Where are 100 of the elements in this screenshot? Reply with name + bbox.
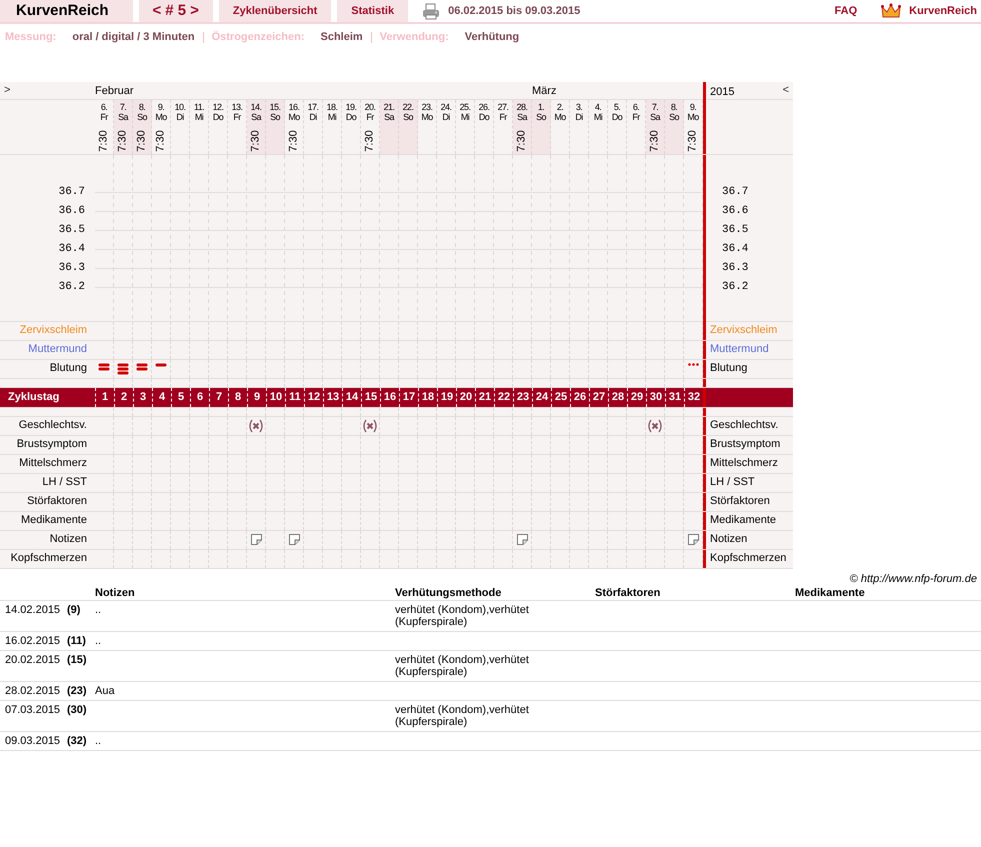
weekday-label: Mo <box>288 112 300 122</box>
measurement-time: 7:30 <box>137 130 147 152</box>
setting-value: oral / digital / 3 Minuten <box>72 30 195 45</box>
cycle-day-number: 28 <box>612 390 624 405</box>
note-icon[interactable] <box>288 534 300 545</box>
note-date: 20.02.2015 <box>5 654 60 666</box>
measurement-time: 7:30 <box>365 130 375 152</box>
measurement-time: 7:30 <box>251 130 261 152</box>
day-number: 4. <box>594 102 602 112</box>
day-number: 10. <box>174 102 186 112</box>
note-icon[interactable] <box>250 534 262 545</box>
cycle-day-value: (9) <box>67 604 80 616</box>
cycle-day-value: (11) <box>67 635 86 647</box>
day-number: 11. <box>194 102 204 112</box>
cycle-day-value: (23) <box>67 685 87 697</box>
note-date: 14.02.2015 <box>5 604 60 616</box>
day-number: 13. <box>232 102 242 112</box>
cycle-day-number: 26 <box>574 390 586 405</box>
previous-arrow-link[interactable]: > <box>4 82 10 98</box>
month-label: März <box>532 84 556 98</box>
day-number: 24. <box>440 102 452 112</box>
cycle-day-value: (15) <box>67 654 87 666</box>
cycle-day-number: 11 <box>289 390 301 405</box>
note-date: 16.02.2015 <box>5 635 60 647</box>
temperature-label: 36.4 <box>58 242 85 256</box>
weekday-label: Do <box>478 112 490 122</box>
note-date: 07.03.2015 <box>5 704 60 716</box>
weekday-label: Do <box>612 112 622 122</box>
cycle-day-number: 21 <box>478 390 492 405</box>
day-number: 5. <box>614 102 620 112</box>
temperature-label: 36.2 <box>722 280 750 294</box>
note-date: 28.02.2015 <box>5 685 60 697</box>
day-number: 18. <box>326 102 338 112</box>
weekday-label: Mo <box>554 112 566 122</box>
day-number: 19. <box>346 102 356 112</box>
printer-icon[interactable] <box>422 2 440 20</box>
cycle-day-number: 5 <box>178 390 184 405</box>
nav-tab[interactable]: Statistik <box>337 0 408 22</box>
temperature-label: 36.7 <box>722 184 750 200</box>
row-label: Mittelschmerz <box>709 456 779 472</box>
weekday-label: Do <box>212 112 224 122</box>
temperature-label: 36.6 <box>58 204 85 218</box>
cycle-day-heading: Zyklustag <box>8 390 60 405</box>
cycle-day-number: 2 <box>120 390 128 405</box>
cycle-day-number: 8 <box>234 390 242 405</box>
row-label: Medikamente <box>709 513 778 528</box>
measurement-time: 7:30 <box>99 130 109 152</box>
cycle-day-number: 3 <box>140 390 146 405</box>
contraception-method: verhütet (Kondom),verhütet (Kupferspirale) <box>395 604 530 628</box>
contraception-method: verhütet (Kondom),verhütet (Kupferspirale) <box>395 704 530 728</box>
nav-tab[interactable]: Zyklenübersicht <box>218 0 332 22</box>
row-label: Zervixschleim <box>709 323 778 338</box>
day-number: 28. <box>516 102 528 112</box>
row-label: Zervixschleim <box>18 323 88 338</box>
faq-link[interactable]: FAQ <box>834 2 858 20</box>
brand-tab[interactable]: KurvenReich <box>0 0 133 22</box>
weekday-label: Mi <box>328 112 336 122</box>
note-icon[interactable] <box>688 534 698 545</box>
note-icon[interactable] <box>516 534 528 545</box>
cycle-day-number: 31 <box>668 390 682 405</box>
next-arrow-link[interactable]: < <box>782 82 789 98</box>
temperature-label: 36.3 <box>722 260 750 276</box>
temperature-label: 36.3 <box>58 260 85 276</box>
column-header: Medikamente <box>795 587 865 599</box>
previous-cycle-link[interactable]: < <box>152 0 162 22</box>
month-label: Februar <box>95 84 134 98</box>
row-label: Notizen <box>709 532 748 548</box>
row-label: Blutung <box>48 361 88 376</box>
weekday-label: Mo <box>421 112 433 122</box>
measurement-time: 7:30 <box>517 130 527 152</box>
day-number: 27. <box>498 102 508 112</box>
row-label: Kopfschmerzen <box>10 551 88 566</box>
weekday-label: Fr <box>233 112 241 122</box>
day-number: 20. <box>364 102 376 112</box>
note-date: 09.03.2015 <box>5 735 60 747</box>
cycle-day-number: 19 <box>440 390 454 405</box>
day-number: 26. <box>478 102 490 112</box>
row-label: Geschlechtsv. <box>18 418 88 434</box>
next-cycle-link[interactable]: > <box>190 0 199 22</box>
row-label: Brustsymptom <box>709 437 782 452</box>
measurement-time: 7:30 <box>156 130 166 152</box>
weekday-label: Mi <box>460 112 470 122</box>
measurement-time: 7:30 <box>688 130 698 152</box>
logo-text: KurvenReich <box>909 4 977 19</box>
weekday-label: Fr <box>499 112 507 122</box>
cycle-day-number: 17 <box>402 390 416 405</box>
cycle-day-number: 4 <box>158 390 166 405</box>
row-label: LH / SST <box>41 475 88 490</box>
measurement-time: 7:30 <box>650 130 660 152</box>
day-number: 8. <box>670 102 678 112</box>
column-header: Notizen <box>95 587 135 599</box>
day-number: 22. <box>402 102 414 112</box>
cycle-day-number: 24 <box>536 390 548 405</box>
note-text: .. <box>95 604 102 616</box>
day-number: 3. <box>576 102 582 112</box>
weekday-label: Sa <box>517 112 527 122</box>
day-number: 1. <box>538 102 544 112</box>
cycle-number-link[interactable]: # 5 <box>165 0 186 22</box>
setting-value: Schleim <box>320 30 363 45</box>
weekday-label: Fr <box>100 112 108 122</box>
